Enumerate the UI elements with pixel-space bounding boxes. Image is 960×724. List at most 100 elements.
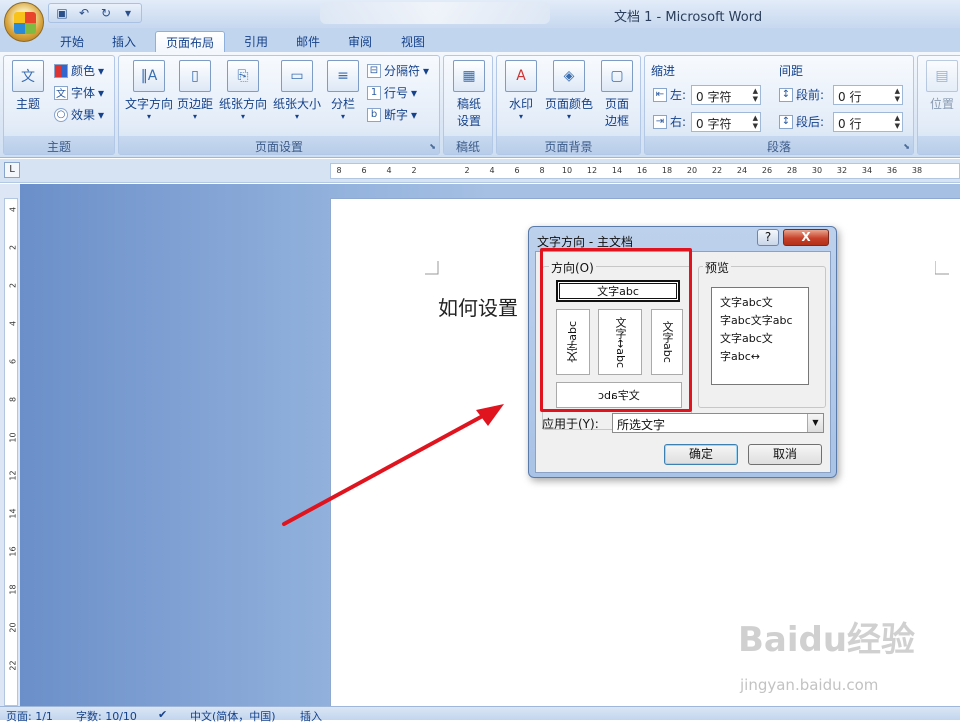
theme-button[interactable]: 文 主题 (8, 60, 48, 112)
page-color-button[interactable]: ◈ 页面颜色 ▾ (541, 60, 597, 121)
size-icon: ▭ (281, 60, 313, 92)
tab-review[interactable]: 审阅 (340, 31, 380, 52)
proofing-icon[interactable]: ✔ (158, 708, 167, 721)
theme-fonts-button[interactable]: 文字体 ▾ (54, 84, 104, 101)
spinner-arrows-icon[interactable]: ▲ ▼ (753, 87, 758, 103)
spacing-after-label: ↕ 段后: (779, 113, 824, 130)
close-button[interactable]: X (783, 229, 829, 246)
position-label: 位置 (929, 97, 954, 111)
preview-box: 文字abc文 字abc文字abc 文字abc文 字abc↔ (711, 287, 809, 385)
ruler-tick-label: 30 (811, 166, 823, 175)
ruler-tick-label: 16 (8, 546, 18, 557)
paragraph-launcher-icon[interactable]: ⬊ (903, 142, 910, 151)
ruler-tick-label: 28 (786, 166, 798, 175)
position-icon: ▤ (926, 60, 958, 92)
spacing-before-input[interactable]: 0 行 ▲ ▼ (833, 85, 903, 105)
text-direction-button[interactable]: ‖A 文字方向 ▾ (121, 60, 177, 121)
group-draft: ▦ 稿纸 设置 稿纸 (443, 55, 493, 155)
vertical-ruler[interactable]: 4 2 2 4 6 8 10 12 14 16 18 20 22 (4, 198, 18, 706)
baidu-watermark-url: jingyan.baidu.com (740, 676, 879, 694)
chevron-down-icon[interactable]: ▼ (807, 414, 823, 432)
group-theme: 文 主题 颜色 ▾ 文字体 ▾ ○ 效果 ▾ 主题 (3, 55, 115, 155)
apply-to-select[interactable]: 所选文字 ▼ (612, 413, 824, 433)
spacing-after-input[interactable]: 0 行 ▲ ▼ (833, 112, 903, 132)
tab-page-layout[interactable]: 页面布局 (155, 31, 225, 52)
page-borders-button[interactable]: ▢ 页面 边框 (599, 60, 635, 129)
breaks-icon: ⊟ (367, 63, 381, 78)
group-theme-label: 主题 (4, 136, 114, 154)
status-page[interactable]: 页面: 1/1 (6, 708, 53, 724)
ruler-tick-label: 4 (8, 206, 18, 213)
tab-view[interactable]: 视图 (393, 31, 433, 52)
columns-button[interactable]: ≡ 分栏 ▾ (325, 60, 361, 121)
save-icon[interactable]: ▣ (54, 5, 70, 21)
status-insert-mode[interactable]: 插入 (300, 708, 322, 724)
group-page-background-label: 页面背景 (497, 136, 640, 154)
pointer-arrow-icon (282, 404, 504, 526)
theme-effects-button[interactable]: ○ 效果 ▾ (54, 106, 104, 123)
theme-colors-button[interactable]: 颜色 ▾ (54, 62, 104, 79)
office-button[interactable] (4, 2, 44, 42)
highlight-box (540, 248, 692, 412)
ribbon: 文 主题 颜色 ▾ 文字体 ▾ ○ 效果 ▾ 主题 ‖A 文字方向 ▾ ▯ 页边距 ▾… (0, 52, 960, 158)
line-numbers-button[interactable]: 1 行号 ▾ (367, 84, 417, 101)
redo-icon[interactable]: ↻ (98, 5, 114, 21)
preview-fieldset: 预览 文字abc文 字abc文字abc 文字abc文 字abc↔ (698, 259, 826, 408)
ruler-tick-label: 20 (686, 166, 698, 175)
preview-line: 文字abc文 (720, 296, 773, 309)
group-paragraph-label: 段落 (645, 136, 913, 154)
group-page-setup: ‖A 文字方向 ▾ ▯ 页边距 ▾ ⎘ 纸张方向 ▾ ▭ 纸张大小 ▾ ≡ 分栏 ▾ ⊟ 分… (118, 55, 440, 155)
horizontal-ruler[interactable]: 8 6 4 2 2 4 6 8 10 12 14 16 18 20 22 24 26 28 30 32 34 36 38 (330, 163, 960, 179)
breaks-button[interactable]: ⊟ 分隔符 ▾ (367, 62, 429, 79)
theme-button-label: 主题 (15, 97, 40, 111)
indent-left-icon: ⇤ (653, 87, 667, 102)
orientation-button[interactable]: ⎘ 纸张方向 ▾ (217, 60, 269, 121)
indent-left-label: ⇤ 左: (653, 86, 686, 103)
ruler-tick-label: 6 (8, 358, 18, 365)
draft-settings-button[interactable]: ▦ 稿纸 设置 (450, 60, 488, 129)
margin-corner-mark (935, 261, 949, 275)
page-borders-line2: 边框 (604, 114, 629, 128)
status-language[interactable]: 中文(简体，中国) (190, 708, 276, 724)
position-button[interactable]: ▤ 位置 (924, 60, 960, 112)
columns-label: 分栏 (330, 97, 355, 111)
margins-button[interactable]: ▯ 页边距 ▾ (175, 60, 215, 121)
indent-left-input[interactable]: 0 字符 ▲ ▼ (691, 85, 761, 105)
tab-home[interactable]: 开始 (52, 31, 92, 52)
help-button[interactable]: ? (757, 229, 779, 246)
ruler-tick-label: 22 (8, 660, 18, 671)
indent-right-input[interactable]: 0 字符 ▲ ▼ (691, 112, 761, 132)
spinner-arrows-icon[interactable]: ▲ ▼ (895, 87, 900, 103)
page-borders-line1: 页面 (604, 97, 629, 111)
ruler-tick-label: 2 (464, 166, 470, 175)
undo-icon[interactable]: ↶ (76, 5, 92, 21)
hyphenation-icon: b (367, 107, 381, 122)
spacing-after-text: 段后: (796, 115, 825, 129)
text-direction-icon: ‖A (133, 60, 165, 92)
tab-mailings[interactable]: 邮件 (288, 31, 328, 52)
page-setup-launcher-icon[interactable]: ⬊ (429, 142, 436, 151)
draft-line2: 设置 (456, 114, 481, 128)
group-paragraph: 缩进 ⇤ 左: 0 字符 ▲ ▼ ⇥ 右: 0 字符 ▲ ▼ 间距 ↕ 段前: 0 行 ▲ ▼ ↕… (644, 55, 914, 155)
line-numbers-icon: 1 (367, 85, 381, 100)
watermark-button[interactable]: A 水印 ▾ (501, 60, 541, 121)
tab-references[interactable]: 引用 (236, 31, 276, 52)
tab-selector-icon[interactable]: L (4, 162, 20, 178)
watermark-label: 水印 (508, 97, 533, 111)
ruler-tick-label: 14 (611, 166, 623, 175)
tab-insert[interactable]: 插入 (104, 31, 144, 52)
ruler-tick-label: 34 (861, 166, 873, 175)
indent-heading: 缩进 (651, 64, 676, 78)
document-text[interactable]: 如何设置 (438, 292, 518, 321)
cancel-button[interactable]: 取消 (748, 444, 822, 465)
spacing-before-text: 段前: (796, 88, 825, 102)
spinner-arrows-icon[interactable]: ▲ ▼ (753, 114, 758, 130)
customize-qat-icon[interactable]: ▾ (120, 5, 136, 21)
size-button[interactable]: ▭ 纸张大小 ▾ (271, 60, 323, 121)
spinner-arrows-icon[interactable]: ▲ ▼ (895, 114, 900, 130)
status-words[interactable]: 字数: 10/10 (76, 708, 137, 724)
orientation-label: 纸张方向 (218, 97, 267, 111)
ok-button[interactable]: 确定 (664, 444, 738, 465)
hyphenation-button[interactable]: b 断字 ▾ (367, 106, 417, 123)
preview-line: 字abc文字abc (720, 314, 793, 327)
